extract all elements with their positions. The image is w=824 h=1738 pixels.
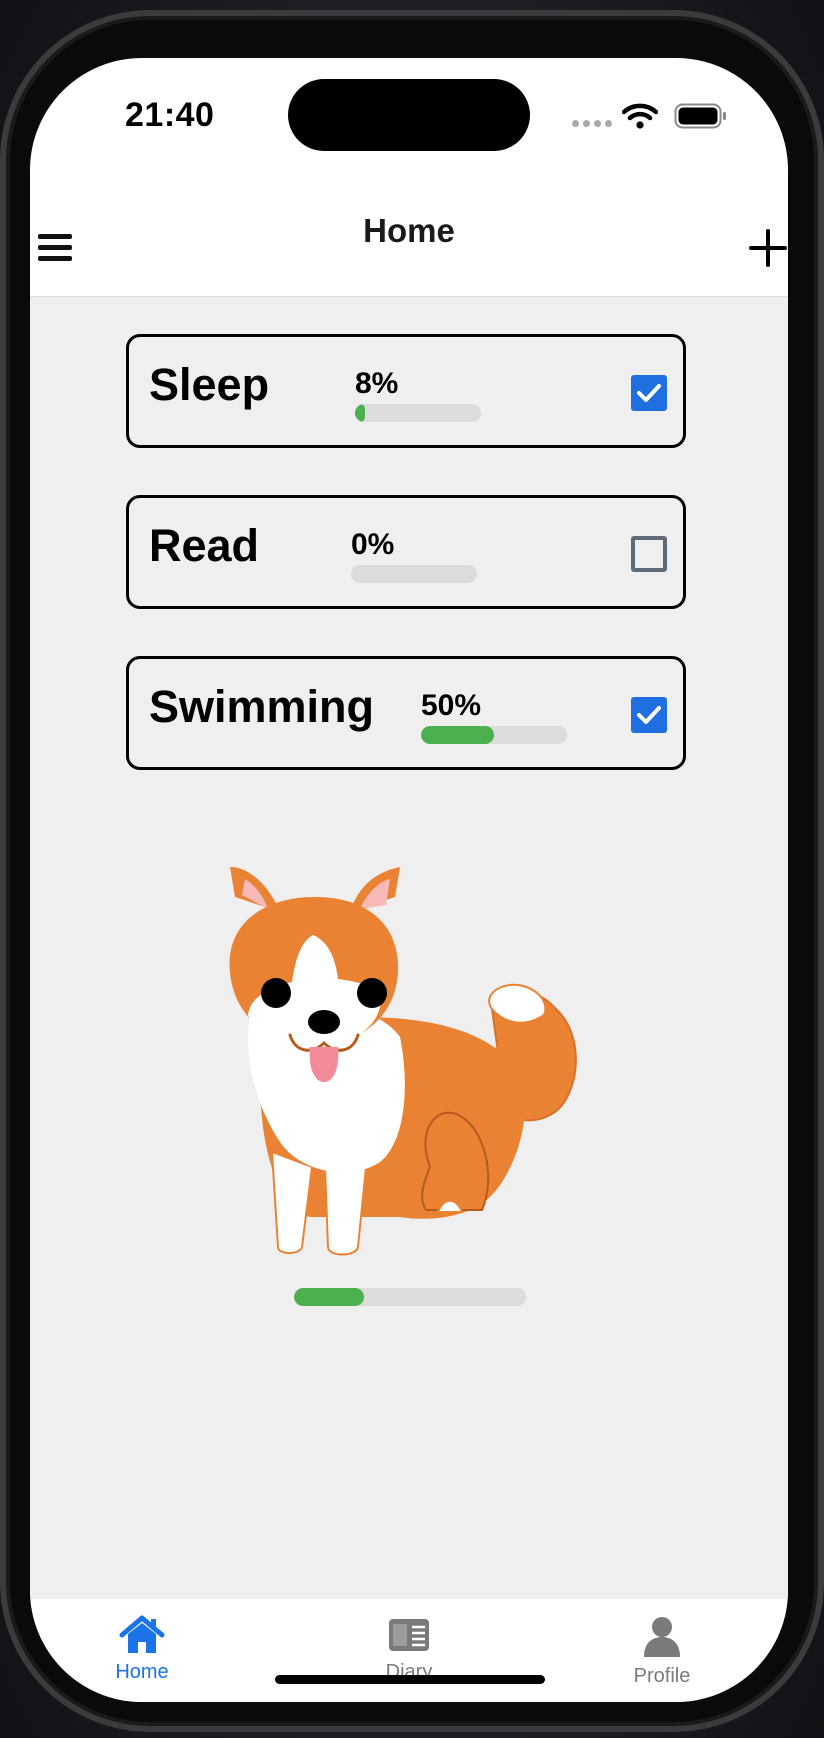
dynamic-island (288, 79, 530, 151)
habit-checkbox[interactable] (631, 375, 667, 411)
tab-label: Home (115, 1661, 169, 1683)
tab-profile[interactable]: Profile (562, 1615, 762, 1688)
habit-progress-label: 50% (421, 689, 482, 722)
checkmark-icon (637, 384, 661, 402)
phone-frame: 21:40 Home Sleep 8% Read 0% Swimming 50%… (0, 10, 824, 1732)
tab-diary[interactable]: Diary (309, 1615, 509, 1684)
habit-progress-fill (355, 404, 366, 422)
status-bar: 21:40 (30, 58, 788, 188)
habit-progress-label: 8% (355, 367, 399, 400)
habit-card-sleep[interactable]: Sleep 8% (126, 334, 686, 448)
battery-icon (674, 103, 726, 129)
pet-progress-fill (294, 1288, 364, 1306)
home-indicator (275, 1675, 545, 1684)
tab-home[interactable]: Home (42, 1615, 242, 1684)
pet-corgi-image[interactable] (200, 867, 660, 1271)
habit-progress-bar (421, 726, 567, 744)
tab-label: Profile (633, 1665, 691, 1687)
habit-name: Sleep (149, 359, 270, 410)
habit-progress-fill (421, 726, 494, 744)
person-icon (644, 1617, 680, 1657)
page-title: Home (363, 212, 455, 249)
diary-icon (389, 1619, 429, 1651)
add-habit-button[interactable] (748, 228, 788, 268)
habit-progress-bar (351, 565, 477, 583)
navigation-bar: Home (30, 188, 788, 297)
main-content: Sleep 8% Read 0% Swimming 50% (30, 297, 788, 1599)
habit-card-read[interactable]: Read 0% (126, 495, 686, 609)
cellular-signal-icon (572, 120, 612, 127)
status-time: 21:40 (125, 96, 215, 134)
habit-name: Swimming (149, 681, 375, 732)
pet-progress-bar (294, 1288, 526, 1306)
app-screen: 21:40 Home Sleep 8% Read 0% Swimming 50%… (30, 58, 788, 1702)
habit-checkbox[interactable] (631, 536, 667, 572)
plus-icon (749, 229, 787, 267)
habit-checkbox[interactable] (631, 697, 667, 733)
house-icon (119, 1615, 165, 1653)
tab-bar: Home Diary Profile (30, 1599, 788, 1702)
habit-card-swimming[interactable]: Swimming 50% (126, 656, 686, 770)
habit-progress-label: 0% (351, 528, 395, 561)
habit-name: Read (149, 520, 260, 571)
checkmark-icon (637, 706, 661, 724)
wifi-icon (622, 103, 658, 129)
habit-progress-bar (355, 404, 481, 422)
